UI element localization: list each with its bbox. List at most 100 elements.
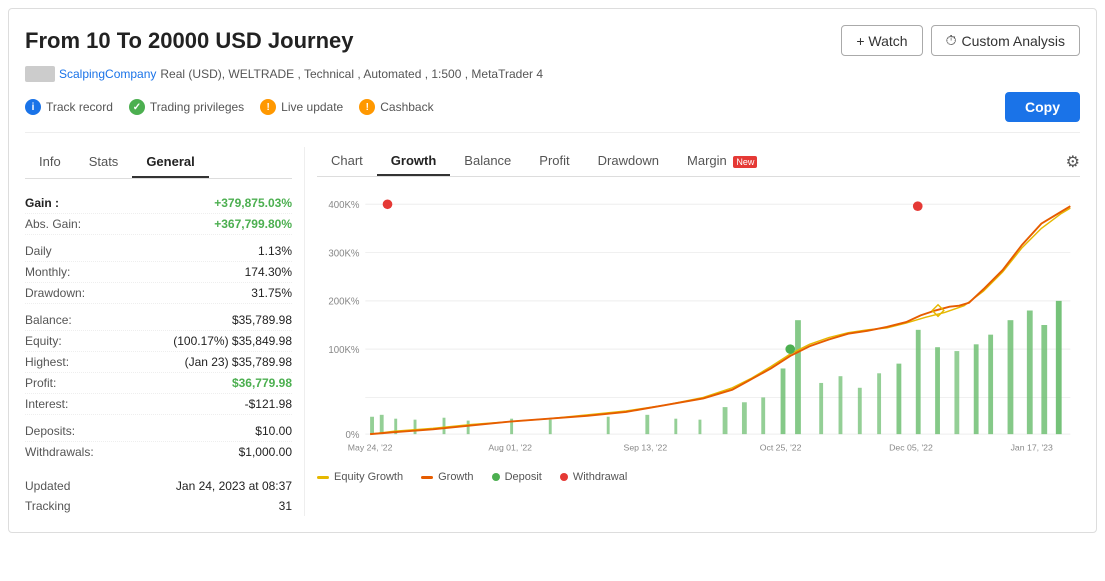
chart-tab-balance[interactable]: Balance	[450, 147, 525, 176]
tracking-label: Tracking	[25, 499, 71, 513]
header-buttons: + Watch ⏱ Custom Analysis	[841, 25, 1080, 56]
growth-line-icon	[421, 476, 433, 479]
legend-equity-growth: Equity Growth	[317, 471, 403, 483]
tab-general[interactable]: General	[132, 147, 208, 178]
svg-text:Jan 17, '23: Jan 17, '23	[1011, 443, 1053, 453]
updated-value: Jan 24, 2023 at 08:37	[176, 479, 292, 493]
withdrawals-value: $1,000.00	[239, 445, 292, 459]
drawdown-value: 31.75%	[251, 286, 292, 300]
company-logo	[25, 66, 55, 82]
chart-legend: Equity Growth Growth Deposit Withdrawal	[317, 471, 1080, 483]
highest-value: (Jan 23) $35,789.98	[185, 355, 292, 369]
left-panel: Info Stats General Gain : +379,875.03% A…	[25, 147, 305, 516]
right-panel: Chart Growth Balance Profit Drawdown Mar…	[305, 147, 1080, 516]
svg-text:Aug 01, '22: Aug 01, '22	[488, 443, 532, 453]
margin-label: Margin	[687, 153, 727, 168]
stat-monthly: Monthly: 174.30%	[25, 262, 292, 283]
chart-tab-chart[interactable]: Chart	[317, 147, 377, 176]
abs-gain-value: +367,799.80%	[214, 217, 292, 231]
deposits-value: $10.00	[255, 424, 292, 438]
equity-value: (100.17%) $35,849.98	[173, 334, 292, 348]
updated-row: Updated Jan 24, 2023 at 08:37	[25, 476, 292, 496]
deposit-label: Deposit	[505, 471, 542, 483]
legend-withdrawal: Withdrawal	[560, 471, 627, 483]
cashback-icon: !	[359, 99, 375, 115]
withdrawals-label: Withdrawals:	[25, 445, 94, 459]
growth-label: Growth	[438, 471, 473, 483]
badge-live-update: ! Live update	[260, 99, 343, 115]
gain-value: +379,875.03%	[214, 196, 292, 210]
withdrawal-dot-icon	[560, 473, 568, 481]
badges-bar: i Track record ✓ Trading privileges ! Li…	[25, 92, 1080, 133]
withdrawal-label: Withdrawal	[573, 471, 627, 483]
abs-gain-label: Abs. Gain:	[25, 217, 81, 231]
stat-withdrawals: Withdrawals: $1,000.00	[25, 442, 292, 462]
svg-text:Dec 05, '22: Dec 05, '22	[889, 443, 933, 453]
highest-label: Highest:	[25, 355, 69, 369]
subtitle: ScalpingCompany Real (USD), WELTRADE , T…	[25, 66, 1080, 82]
daily-label: Daily	[25, 244, 52, 258]
growth-chart: 400K% 300K% 200K% 100K% 0%	[317, 185, 1080, 465]
monthly-label: Monthly:	[25, 265, 70, 279]
gain-label: Gain :	[25, 196, 59, 210]
chart-tab-margin[interactable]: Margin New	[673, 147, 771, 176]
legend-deposit: Deposit	[492, 471, 542, 483]
trading-privileges-icon: ✓	[129, 99, 145, 115]
stat-equity: Equity: (100.17%) $35,849.98	[25, 331, 292, 352]
stat-highest: Highest: (Jan 23) $35,789.98	[25, 352, 292, 373]
tracking-value: 31	[279, 499, 292, 513]
tab-info[interactable]: Info	[25, 147, 75, 178]
stats-section: Gain : +379,875.03% Abs. Gain: +367,799.…	[25, 193, 292, 462]
profit-label: Profit:	[25, 376, 56, 390]
margin-new-badge: New	[733, 156, 757, 168]
track-record-label: Track record	[46, 100, 113, 114]
svg-text:300K%: 300K%	[328, 248, 360, 259]
company-link[interactable]: ScalpingCompany	[59, 67, 156, 81]
badge-track-record: i Track record	[25, 99, 113, 115]
stat-balance: Balance: $35,789.98	[25, 310, 292, 331]
svg-text:200K%: 200K%	[328, 297, 360, 308]
svg-text:400K%: 400K%	[328, 200, 360, 211]
analysis-label: Custom Analysis	[962, 33, 1065, 49]
daily-value: 1.13%	[258, 244, 292, 258]
trading-privileges-label: Trading privileges	[150, 100, 244, 114]
badge-trading-privileges: ✓ Trading privileges	[129, 99, 244, 115]
chart-tab-profit[interactable]: Profit	[525, 147, 583, 176]
stat-profit: Profit: $36,779.98	[25, 373, 292, 394]
live-update-icon: !	[260, 99, 276, 115]
equity-label: Equity:	[25, 334, 62, 348]
tracking-row: Tracking 31	[25, 496, 292, 516]
watch-button[interactable]: + Watch	[841, 25, 922, 56]
drawdown-label: Drawdown:	[25, 286, 85, 300]
deposits-label: Deposits:	[25, 424, 75, 438]
subtitle-details: Real (USD), WELTRADE , Technical , Autom…	[160, 67, 543, 81]
live-update-label: Live update	[281, 100, 343, 114]
svg-text:0%: 0%	[346, 430, 360, 441]
profit-value: $36,779.98	[232, 376, 292, 390]
tab-stats[interactable]: Stats	[75, 147, 133, 178]
stat-deposits: Deposits: $10.00	[25, 421, 292, 442]
stat-interest: Interest: -$121.98	[25, 394, 292, 415]
stat-drawdown: Drawdown: 31.75%	[25, 283, 292, 304]
interest-value: -$121.98	[245, 397, 292, 411]
custom-analysis-button[interactable]: ⏱ Custom Analysis	[931, 25, 1080, 56]
chart-tab-growth[interactable]: Growth	[377, 147, 451, 176]
copy-button[interactable]: Copy	[1005, 92, 1080, 122]
balance-label: Balance:	[25, 313, 72, 327]
chart-settings-icon[interactable]: ⚙	[1066, 152, 1080, 172]
clock-icon: ⏱	[946, 32, 957, 49]
stat-daily: Daily 1.13%	[25, 241, 292, 262]
svg-text:Sep 13, '22: Sep 13, '22	[624, 443, 668, 453]
chart-tab-bar: Chart Growth Balance Profit Drawdown Mar…	[317, 147, 1080, 177]
track-record-icon: i	[25, 99, 41, 115]
legend-growth: Growth	[421, 471, 473, 483]
left-tab-bar: Info Stats General	[25, 147, 292, 179]
cashback-label: Cashback	[380, 100, 433, 114]
interest-label: Interest:	[25, 397, 68, 411]
svg-text:May 24, '22: May 24, '22	[348, 443, 393, 453]
main-content: Info Stats General Gain : +379,875.03% A…	[25, 147, 1080, 516]
chart-tab-drawdown[interactable]: Drawdown	[584, 147, 673, 176]
updated-label: Updated	[25, 479, 70, 493]
badge-cashback: ! Cashback	[359, 99, 433, 115]
equity-growth-label: Equity Growth	[334, 471, 403, 483]
